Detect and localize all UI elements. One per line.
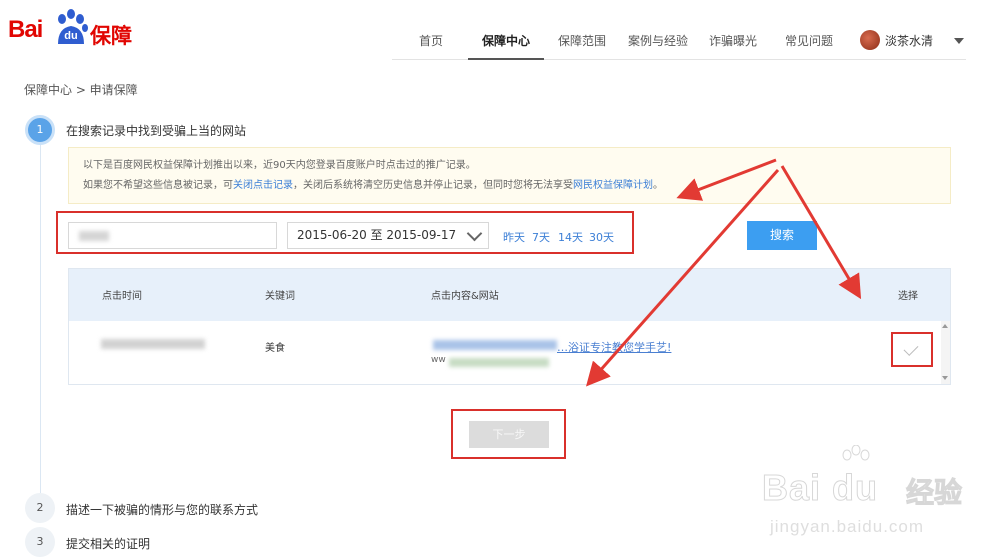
row-ad-link[interactable]: …浴证专注教您学手艺! (431, 339, 671, 355)
step-2-title: 描述一下被骗的情形与您的联系方式 (66, 503, 259, 517)
scroll-down-icon[interactable] (942, 376, 948, 380)
table-scrollbar[interactable] (941, 321, 950, 384)
logo-bai-text: Bai (8, 16, 43, 43)
nav-item-fraud-exposure[interactable]: 诈骗曝光 (709, 32, 757, 49)
check-icon (903, 341, 919, 356)
baidu-baozhang-logo[interactable]: Bai du 保障 (8, 8, 132, 48)
scroll-up-icon[interactable] (942, 324, 948, 328)
watermark-url: jingyan.baidu.com (770, 517, 925, 536)
notice-text: 。 (653, 180, 663, 191)
steps-timeline-line (40, 140, 41, 495)
click-records-table: 点击时间 关键词 点击内容&网站 选择 美食 …浴证专注教您学手艺! ww (68, 268, 951, 385)
row-click-time-blurred (101, 339, 205, 349)
logo-du-text: du (64, 30, 78, 42)
column-header-keyword: 关键词 (265, 291, 295, 302)
quick-range-30-days[interactable]: 30天 (589, 229, 614, 245)
quick-range-7-days[interactable]: 7天 (532, 229, 550, 245)
search-button[interactable]: 搜索 (747, 221, 817, 250)
avatar[interactable] (860, 30, 880, 50)
column-header-content-site: 点击内容&网站 (431, 291, 499, 302)
chevron-down-icon[interactable] (954, 38, 964, 44)
watermark-brand: Bai du (761, 467, 879, 509)
nav-item-faq[interactable]: 常见问题 (785, 32, 833, 49)
baidu-jingyan-watermark: Bai du 经验 jingyan.baidu.com (760, 445, 992, 545)
watermark-jingyan: 经验 (905, 476, 963, 510)
top-navigation: 首页 保障中心 保障范围 案例与经验 诈骗曝光 常见问题 (392, 26, 966, 60)
notice-box: 以下是百度网民权益保障计划推出以来，近90天内您登录百度账户时点击过的推广记录。… (68, 147, 951, 204)
row-site-url-prefix: ww (431, 355, 446, 365)
notice-text: ，关闭后系统将清空历史信息并停止记录，但同时您将无法享受 (293, 180, 573, 191)
column-header-select: 选择 (898, 291, 918, 302)
step-1-number: 1 (25, 115, 55, 145)
nav-active-indicator (468, 58, 544, 60)
column-header-click-time: 点击时间 (102, 291, 142, 302)
table-header: 点击时间 关键词 点击内容&网站 选择 (69, 269, 950, 321)
row-select-checkbox[interactable] (891, 332, 933, 367)
quick-range-14-days[interactable]: 14天 (558, 229, 583, 245)
step-1-title: 在搜索记录中找到受骗上当的网站 (66, 124, 247, 138)
nav-item-cases[interactable]: 案例与经验 (628, 32, 688, 49)
rights-protection-plan-link[interactable]: 网民权益保障计划 (573, 180, 653, 191)
row-keyword: 美食 (265, 343, 285, 354)
step-2-number: 2 (25, 493, 55, 523)
notice-text: 如果您不希望这些信息被记录，可 (83, 180, 233, 191)
nav-item-protection-center[interactable]: 保障中心 (482, 32, 530, 49)
notice-line-2: 如果您不希望这些信息被记录，可关闭点击记录，关闭后系统将清空历史信息并停止记录，… (83, 176, 936, 196)
next-step-button[interactable]: 下一步 (469, 421, 549, 448)
username[interactable]: 淡茶水清 (885, 32, 933, 49)
breadcrumb: 保障中心 > 申请保障 (24, 83, 138, 97)
notice-line-1: 以下是百度网民权益保障计划推出以来，近90天内您登录百度账户时点击过的推广记录。 (83, 160, 476, 171)
nav-item-protection-scope[interactable]: 保障范围 (558, 32, 606, 49)
keyword-blurred-value (79, 231, 109, 241)
keyword-input[interactable] (68, 222, 277, 249)
step-3-number: 3 (25, 527, 55, 557)
nav-item-home[interactable]: 首页 (419, 32, 443, 49)
quick-range-yesterday[interactable]: 昨天 (503, 229, 525, 245)
row-site-url-blurred (449, 358, 549, 367)
logo-suffix-text: 保障 (90, 24, 132, 48)
step-3-title: 提交相关的证明 (66, 537, 151, 551)
date-range-select[interactable]: 2015-06-20 至 2015-09-17 (287, 222, 489, 249)
close-click-record-link[interactable]: 关闭点击记录 (233, 180, 293, 191)
